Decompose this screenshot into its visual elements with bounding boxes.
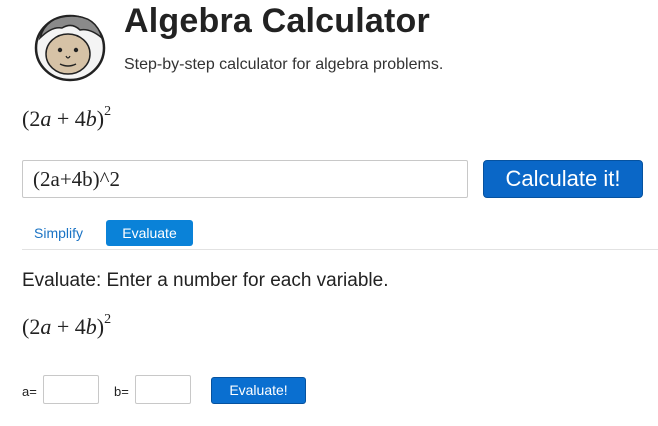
divider bbox=[22, 249, 658, 250]
evaluate-expression: (2a + 4b)2 bbox=[22, 311, 112, 340]
logo-avatar bbox=[32, 8, 108, 84]
expr-var-a: a bbox=[40, 314, 52, 339]
expr-close: ) bbox=[96, 314, 105, 339]
page-title: Algebra Calculator bbox=[124, 2, 430, 40]
expression-input[interactable] bbox=[22, 160, 468, 198]
var-a-input[interactable] bbox=[43, 375, 99, 404]
evaluate-button[interactable]: Evaluate! bbox=[211, 377, 306, 404]
expr-var-b: b bbox=[85, 314, 97, 339]
tab-evaluate[interactable]: Evaluate bbox=[106, 220, 193, 246]
evaluate-instruction: Evaluate: Enter a number for each variab… bbox=[22, 270, 389, 291]
expr-exponent: 2 bbox=[104, 311, 112, 327]
page-subtitle: Step-by-step calculator for algebra prob… bbox=[124, 56, 444, 73]
expr-close: ) bbox=[96, 106, 105, 131]
expr-open: (2 bbox=[22, 106, 41, 131]
expr-plus: + 4 bbox=[51, 106, 86, 131]
expr-exponent: 2 bbox=[104, 103, 112, 119]
expr-var-b: b bbox=[85, 106, 97, 131]
expr-var-a: a bbox=[40, 106, 52, 131]
calculate-button[interactable]: Calculate it! bbox=[483, 160, 643, 198]
expr-open: (2 bbox=[22, 314, 41, 339]
expr-plus: + 4 bbox=[51, 314, 86, 339]
tab-simplify[interactable]: Simplify bbox=[34, 225, 83, 241]
var-b-label: b= bbox=[114, 384, 129, 399]
expression-preview: (2a + 4b)2 bbox=[22, 103, 112, 132]
var-b-input[interactable] bbox=[135, 375, 191, 404]
var-a-label: a= bbox=[22, 384, 37, 399]
